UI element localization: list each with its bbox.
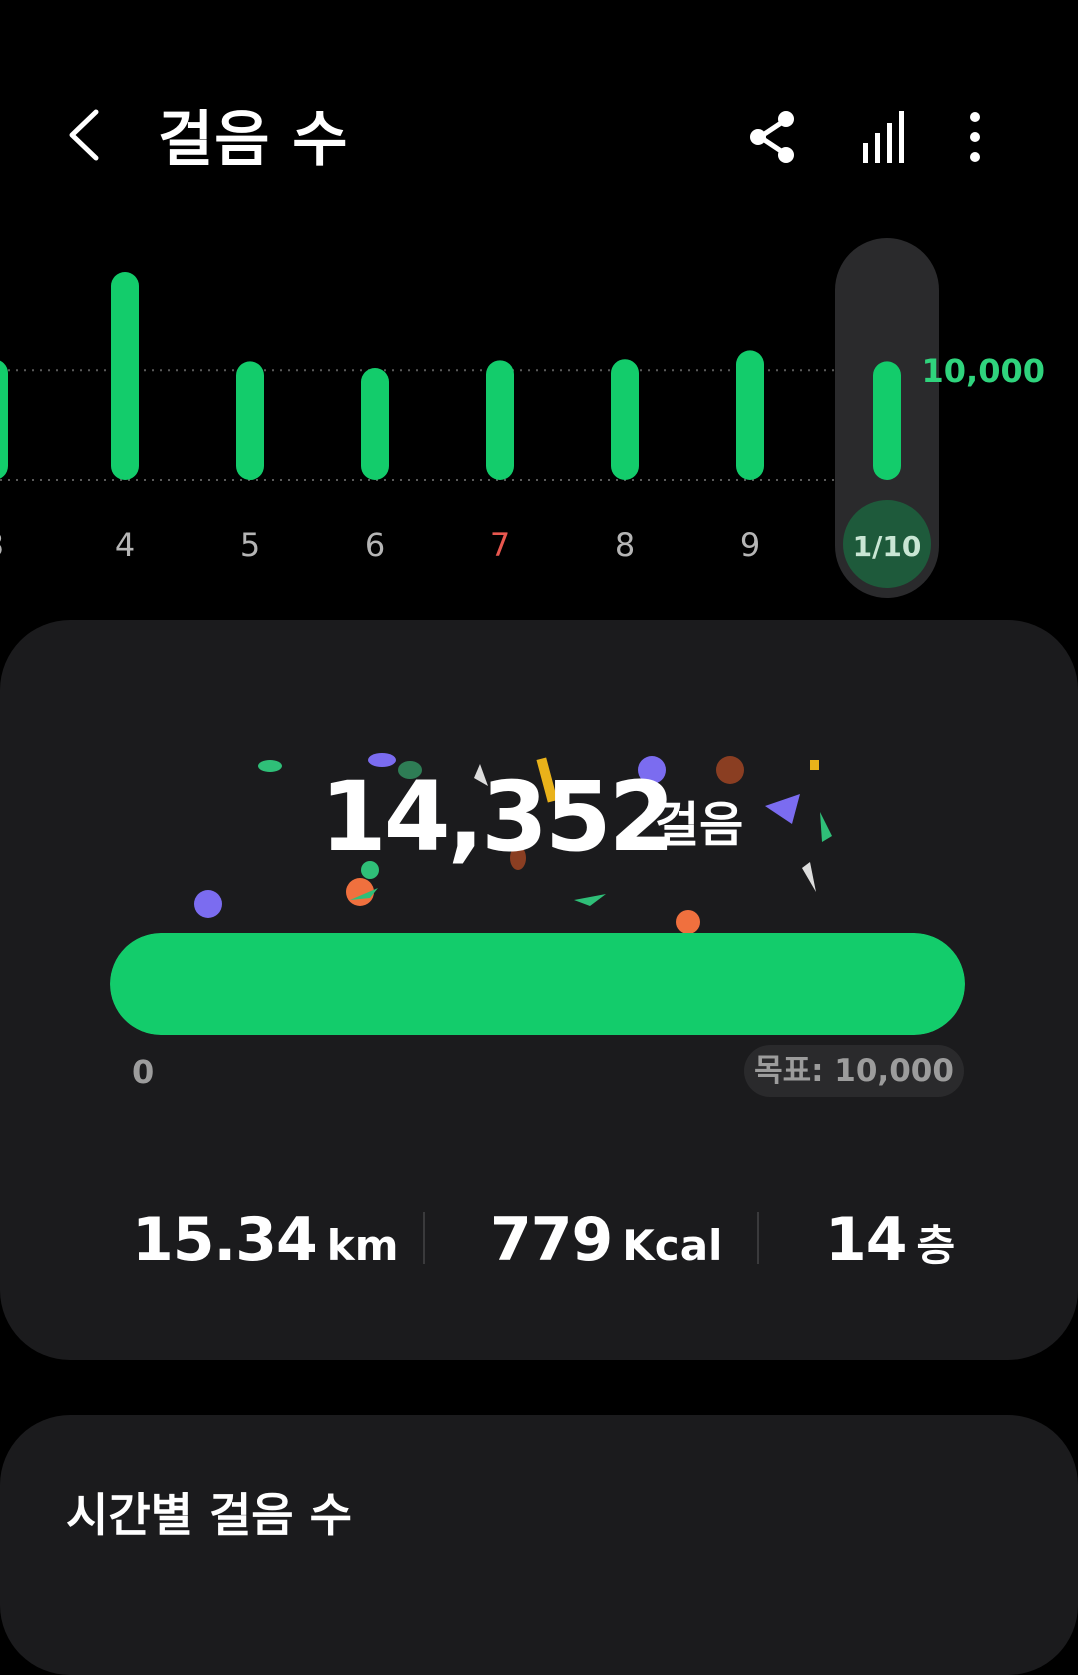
more-options-button[interactable]	[955, 105, 995, 169]
stat-divider	[423, 1212, 425, 1264]
chart-bar[interactable]	[0, 359, 8, 480]
goal-badge: 목표: 10,000	[744, 1045, 964, 1097]
chart-bar[interactable]	[611, 359, 639, 480]
chart-bar[interactable]	[736, 350, 764, 480]
chart-bar[interactable]	[873, 361, 901, 480]
calories-unit: Kcal	[622, 1221, 723, 1270]
hourly-steps-card[interactable]	[0, 1415, 1078, 1675]
distance-unit: km	[326, 1221, 399, 1270]
distance-value: 15.34	[132, 1205, 318, 1275]
more-vertical-icon	[970, 112, 980, 162]
chart-view-button[interactable]	[855, 105, 919, 169]
chart-x-tick-label: 7	[490, 526, 510, 564]
progress-min-label: 0	[132, 1053, 155, 1091]
chart-x-tick-label: 1/10	[853, 530, 922, 563]
steps-count: 14,352	[320, 761, 675, 873]
page-title: 걸음 수	[158, 105, 349, 175]
floors-unit: 층	[916, 1221, 956, 1270]
back-button[interactable]	[60, 100, 120, 170]
chart-x-tick-label: 9	[740, 526, 760, 564]
steps-unit: 걸음	[655, 797, 744, 853]
chart-x-tick-label: 4	[115, 526, 135, 564]
distance-stat: 15.34 km	[132, 1200, 399, 1295]
chevron-left-icon	[69, 109, 99, 161]
goal-progress-bar	[110, 933, 965, 1035]
share-button[interactable]	[740, 105, 804, 169]
chart-bar[interactable]	[486, 360, 514, 480]
calories-value: 779	[490, 1205, 613, 1275]
chart-x-tick-label: 5	[240, 526, 260, 564]
stat-divider	[757, 1212, 759, 1264]
daily-steps-chart[interactable]: 3 4 5 6 7 8 9 1/10 10,000	[0, 230, 1078, 610]
calories-stat: 779 Kcal	[490, 1200, 722, 1295]
share-icon	[750, 111, 794, 163]
floors-stat: 14 층	[825, 1200, 955, 1295]
floors-value: 14	[825, 1205, 907, 1275]
chart-x-tick-label: 3	[0, 526, 4, 564]
chart-x-tick-label: 6	[365, 526, 385, 564]
chart-x-tick-label: 8	[615, 526, 635, 564]
goal-value-label: 10,000	[922, 352, 1045, 390]
chart-bar[interactable]	[111, 272, 139, 480]
bar-chart-icon	[863, 111, 904, 163]
chart-bar[interactable]	[361, 368, 389, 480]
goal-progress-fill	[110, 933, 965, 1035]
chart-bar[interactable]	[236, 361, 264, 480]
hourly-steps-title: 시간별 걸음 수	[66, 1488, 352, 1542]
